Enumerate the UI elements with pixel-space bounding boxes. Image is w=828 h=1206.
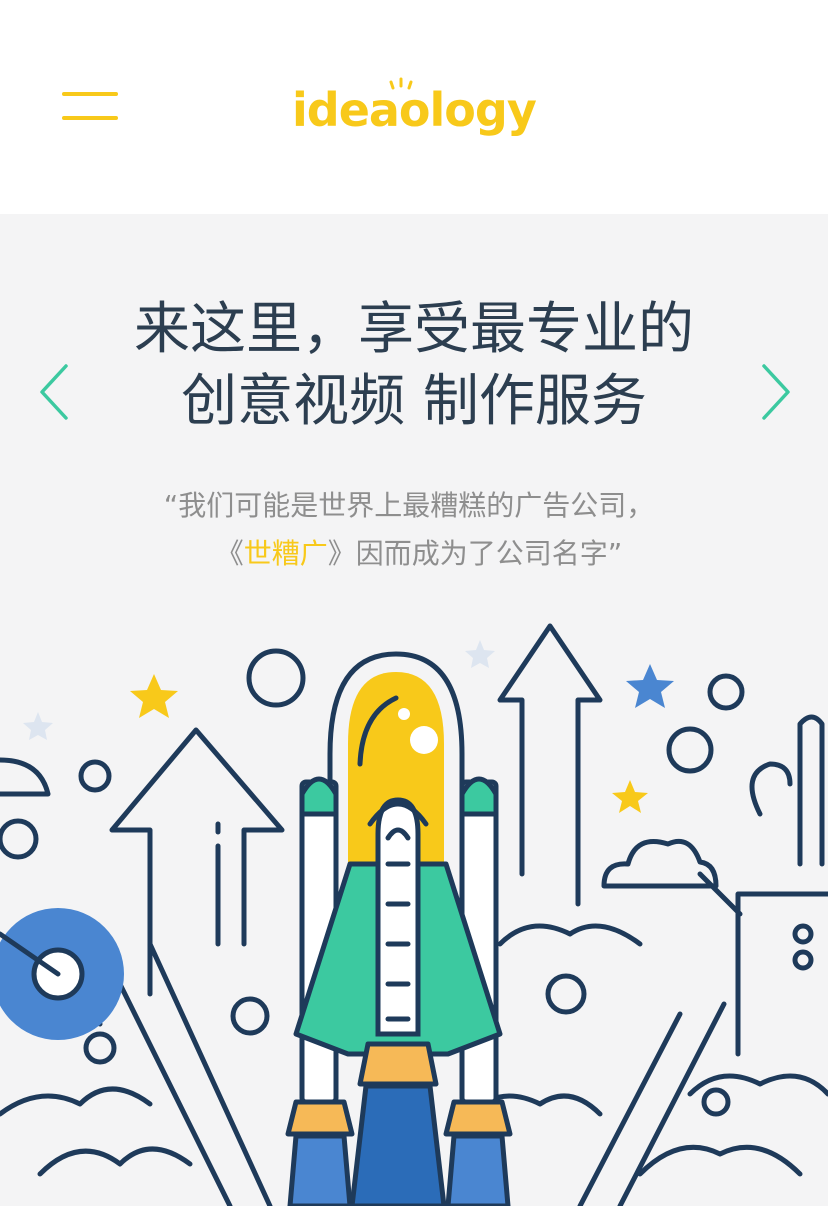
menu-bar: [62, 116, 118, 120]
hamburger-menu-icon[interactable]: [62, 92, 118, 122]
chevron-left-icon: [40, 364, 68, 420]
hero-title-line1: 来这里，享受最专业的: [134, 297, 694, 362]
quote-line2: 《世糟广》因而成为了公司名字”: [0, 530, 828, 578]
quote-prefix: 《: [215, 537, 244, 570]
site-header: ideaology: [0, 0, 828, 214]
carousel-prev-button[interactable]: [34, 360, 78, 424]
quote-suffix: 》因而成为了公司名字”: [327, 537, 623, 570]
rocket-launch-illustration: [0, 623, 828, 1206]
menu-bar: [62, 92, 118, 96]
hero-quote: “我们可能是世界上最糟糕的广告公司， 《世糟广》因而成为了公司名字”: [0, 482, 828, 578]
svg-text:ideaology: ideaology: [292, 83, 536, 137]
logo-wordmark: ideaology: [292, 77, 538, 137]
hero-section: 来这里，享受最专业的 创意视频 制作服务 “我们可能是世界上最糟糕的广告公司， …: [0, 214, 828, 1206]
quote-line1: “我们可能是世界上最糟糕的广告公司，: [163, 489, 655, 522]
hero-title-line2: 创意视频 制作服务: [181, 369, 647, 434]
carousel-next-button[interactable]: [752, 360, 796, 424]
brand-logo[interactable]: ideaology: [292, 74, 538, 144]
chevron-right-icon: [762, 364, 790, 420]
quote-highlight: 世糟广: [243, 537, 328, 570]
hero-title: 来这里，享受最专业的 创意视频 制作服务: [0, 294, 828, 438]
